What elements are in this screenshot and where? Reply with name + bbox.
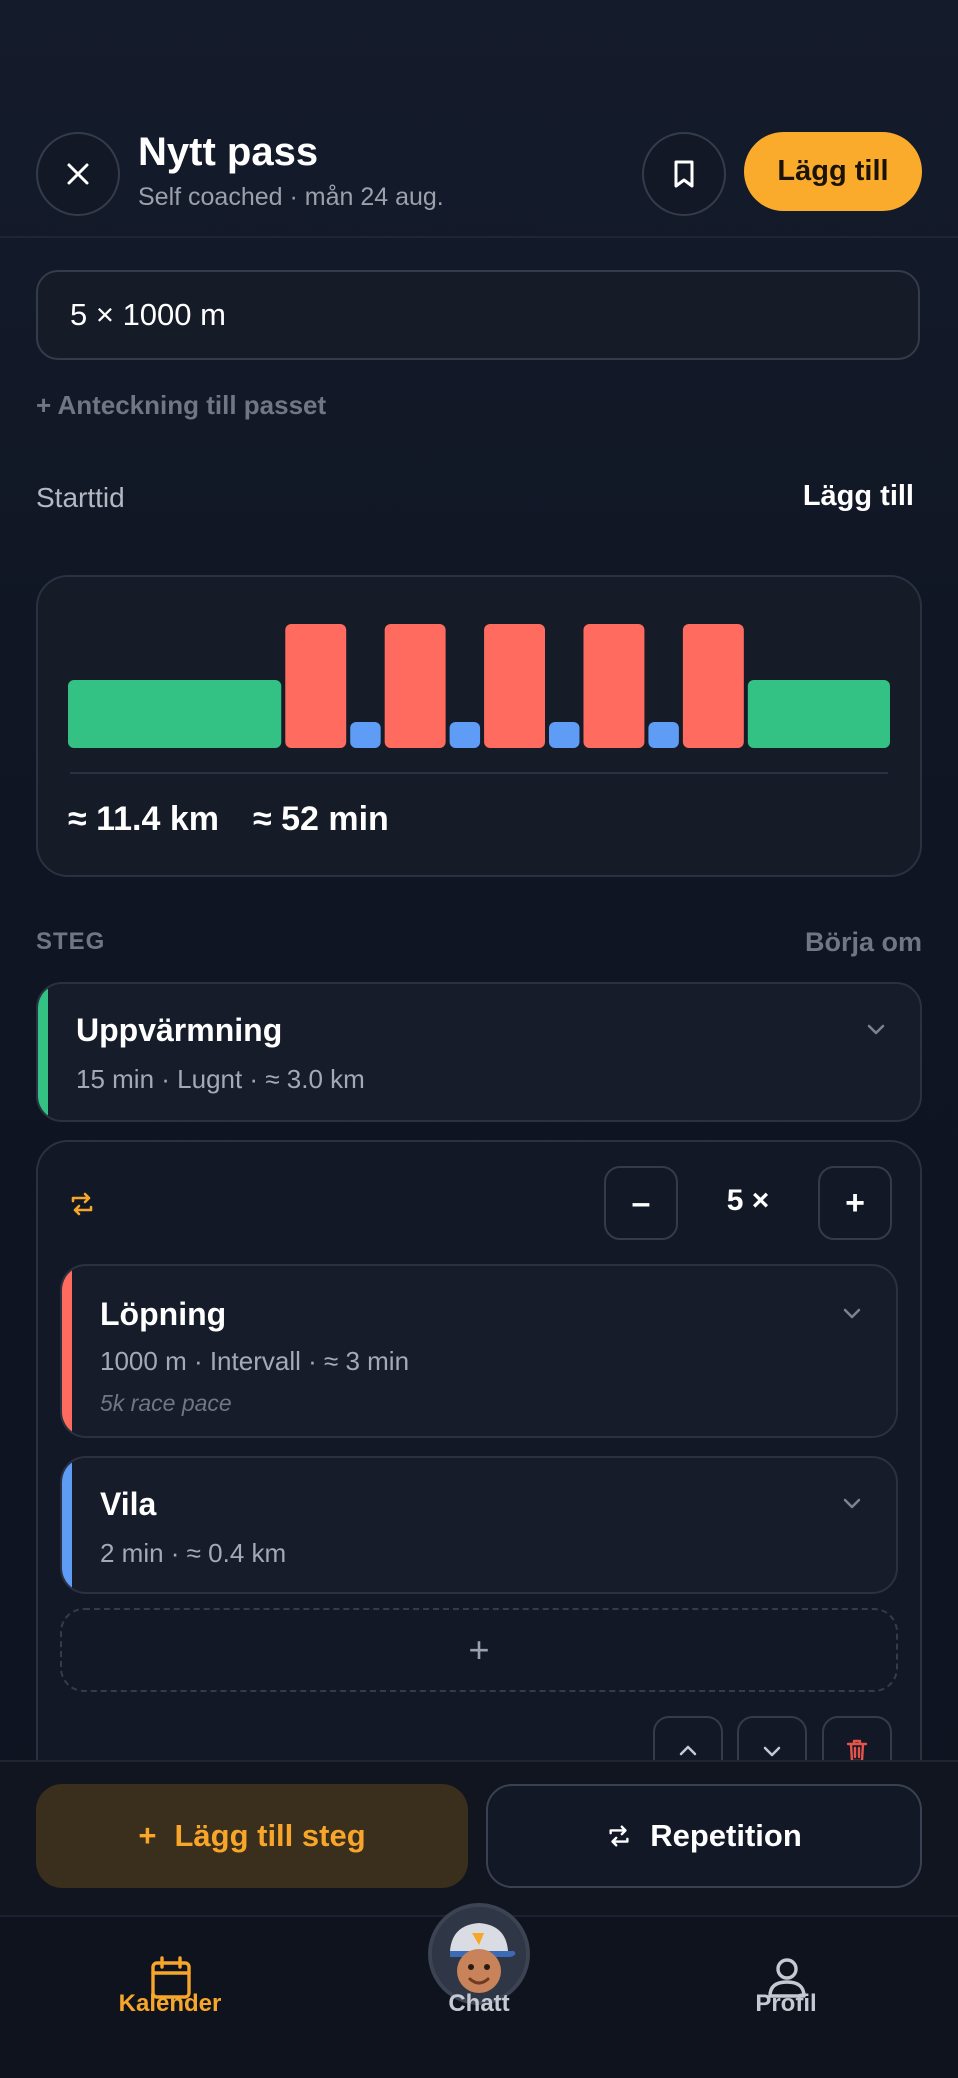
bookmark-button[interactable] bbox=[642, 132, 726, 216]
add-step-button[interactable]: + Lägg till steg bbox=[36, 1784, 468, 1888]
step-title: Uppvärmning bbox=[76, 1012, 283, 1048]
decrease-repeat-button[interactable]: – bbox=[604, 1166, 678, 1240]
chart-bar-interval-7 bbox=[583, 624, 645, 748]
close-button[interactable] bbox=[36, 132, 120, 216]
add-note-link[interactable]: + Anteckning till passet bbox=[36, 390, 326, 421]
chart-bar-cooldown-10 bbox=[747, 680, 890, 748]
chevron-down-icon[interactable] bbox=[866, 1022, 886, 1036]
workout-intensity-chart bbox=[68, 624, 890, 748]
tab-profil-label: Profil bbox=[755, 1990, 817, 2017]
chart-bar-warmup-0 bbox=[68, 680, 282, 748]
chart-bar-interval-5 bbox=[484, 624, 546, 748]
chart-bar-rest-8 bbox=[648, 722, 679, 748]
chevron-up-icon bbox=[679, 1745, 697, 1756]
step-meta: 15 min · Lugnt · ≈ 3.0 km bbox=[76, 1064, 365, 1094]
chart-bar-interval-3 bbox=[384, 624, 446, 748]
step-color-bar bbox=[62, 1266, 72, 1436]
plus-icon: + bbox=[138, 1818, 157, 1853]
total-distance: ≈ 11.4 km bbox=[68, 800, 219, 838]
chart-bar-rest-4 bbox=[449, 722, 481, 748]
page-subtitle: Self coached · mån 24 aug. bbox=[138, 183, 444, 211]
steps-label: STEG bbox=[36, 928, 106, 955]
start-time-label: Starttid bbox=[36, 482, 125, 513]
header-divider bbox=[0, 236, 958, 238]
step-color-bar bbox=[38, 984, 48, 1120]
add-start-time-button[interactable]: Lägg till bbox=[803, 480, 914, 513]
step-title: Vila bbox=[100, 1486, 157, 1522]
add-repeat-label: Repetition bbox=[650, 1818, 802, 1853]
run-step-card[interactable]: Löpning 1000 m · Intervall · ≈ 3 min 5k … bbox=[60, 1264, 898, 1438]
workout-name-input[interactable]: 5 × 1000 m bbox=[36, 270, 920, 360]
chart-bar-interval-9 bbox=[682, 624, 744, 748]
close-icon bbox=[67, 163, 89, 185]
add-step-label: Lägg till steg bbox=[174, 1818, 366, 1853]
warmup-step-card[interactable]: Uppvärmning 15 min · Lugnt · ≈ 3.0 km bbox=[36, 982, 922, 1122]
reset-steps-button[interactable]: Börja om bbox=[805, 927, 922, 958]
chart-bar-interval-1 bbox=[285, 624, 347, 748]
add-workout-button[interactable]: Lägg till bbox=[744, 132, 922, 211]
step-meta: 1000 m · Intervall · ≈ 3 min bbox=[100, 1346, 410, 1376]
repeat-icon bbox=[609, 1825, 629, 1847]
step-color-bar bbox=[62, 1458, 72, 1592]
page-title: Nytt pass bbox=[138, 130, 319, 174]
step-title: Löpning bbox=[100, 1296, 227, 1332]
chevron-down-icon[interactable] bbox=[842, 1306, 862, 1320]
step-meta: 2 min · ≈ 0.4 km bbox=[100, 1538, 287, 1568]
chevron-down-icon bbox=[763, 1746, 781, 1757]
bookmark-icon bbox=[674, 160, 694, 188]
step-note: 5k race pace bbox=[100, 1390, 232, 1416]
repeat-count: 5 × bbox=[726, 1184, 770, 1217]
add-repeat-button[interactable]: Repetition bbox=[486, 1784, 922, 1888]
coach-avatar-icon bbox=[432, 1907, 526, 2001]
increase-repeat-button[interactable]: + bbox=[818, 1166, 892, 1240]
repeat-icon bbox=[71, 1192, 93, 1216]
total-duration: ≈ 52 min bbox=[253, 800, 389, 838]
tab-kalender-label: Kalender bbox=[118, 1990, 222, 2017]
chevron-down-icon[interactable] bbox=[842, 1496, 862, 1510]
rest-step-card[interactable]: Vila 2 min · ≈ 0.4 km bbox=[60, 1456, 898, 1594]
add-step-to-repeat-button[interactable]: + bbox=[60, 1608, 898, 1692]
chart-divider bbox=[70, 772, 888, 774]
chart-bar-rest-6 bbox=[549, 722, 580, 748]
tab-chatt[interactable]: Chatt bbox=[379, 1990, 579, 2018]
chart-bar-rest-2 bbox=[350, 722, 381, 748]
